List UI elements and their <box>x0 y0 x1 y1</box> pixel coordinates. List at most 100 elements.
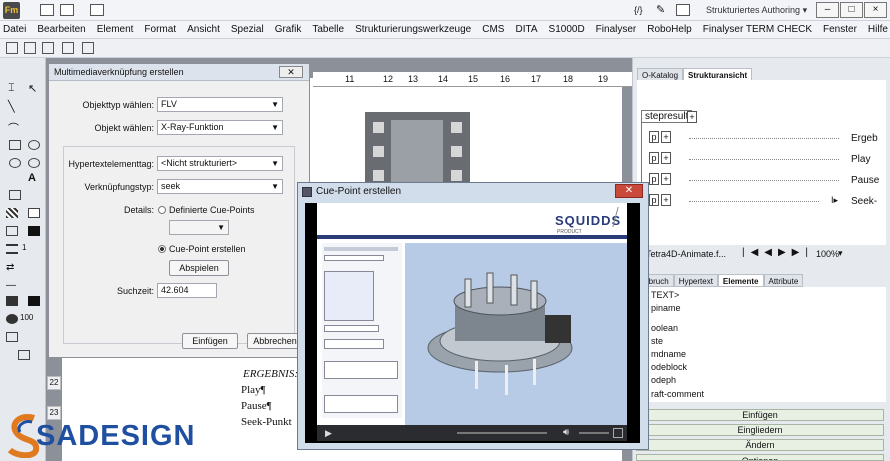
maximize-button[interactable]: □ <box>840 2 863 18</box>
seek-time-input[interactable]: 42.604 <box>157 283 217 298</box>
tint-icon[interactable] <box>28 296 40 306</box>
insert-element-button[interactable]: Einfügen <box>636 409 884 421</box>
radio-create-cuepoint[interactable] <box>158 245 166 253</box>
list-item[interactable]: oolean <box>651 323 678 333</box>
change-element-button[interactable]: Ändern <box>636 439 884 451</box>
menu-item-12[interactable]: Finalyser <box>596 24 637 35</box>
tab-hypertext[interactable]: Hypertext <box>673 274 718 287</box>
expand-icon[interactable]: + <box>661 131 671 143</box>
toolbar-icon-5[interactable] <box>82 42 94 54</box>
fill-none-icon[interactable] <box>6 226 18 236</box>
menu-item-0[interactable]: Datei <box>3 24 26 35</box>
struct-item-result[interactable]: Ergeb <box>851 133 878 144</box>
fill-white-icon[interactable] <box>28 208 40 218</box>
toolbar-icon-3[interactable] <box>42 42 54 54</box>
seek-bar[interactable] <box>457 432 547 434</box>
circle-tool-icon[interactable] <box>9 158 21 168</box>
p-node[interactable]: p <box>649 152 659 164</box>
close-button[interactable]: × <box>864 2 887 18</box>
menu-item-11[interactable]: S1000D <box>549 24 585 35</box>
p-node[interactable]: p <box>649 131 659 143</box>
insert-button[interactable]: Einfügen <box>182 333 238 349</box>
ellipse-tool-icon[interactable] <box>28 158 40 168</box>
menu-item-9[interactable]: CMS <box>482 24 504 35</box>
rectangle-tool-icon[interactable] <box>9 140 21 150</box>
struct-item-seek[interactable]: Seek- <box>851 196 877 207</box>
workspace-mode[interactable]: Strukturiertes Authoring ▾ <box>706 5 807 16</box>
doc-line-play[interactable]: Play¶ <box>241 384 266 396</box>
oval-tool-icon[interactable] <box>28 140 40 150</box>
list-item[interactable]: odeblock <box>651 362 687 372</box>
menu-item-8[interactable]: Strukturierungswerkzeuge <box>355 24 471 35</box>
menu-item-2[interactable]: Element <box>97 24 134 35</box>
options-button[interactable]: Optionen <box>636 454 884 461</box>
cuepoint-close-icon[interactable]: ✕ <box>615 184 643 198</box>
zoom-dropdown-icon[interactable]: ▾ <box>838 248 843 259</box>
play-icon[interactable]: ▶ <box>325 428 335 438</box>
list-item[interactable]: TEXT> <box>651 290 679 300</box>
wrap-element-button[interactable]: Eingliedern <box>636 424 884 436</box>
menu-item-14[interactable]: Finalyser TERM CHECK <box>703 24 812 35</box>
struct-item-play[interactable]: Play <box>851 154 870 165</box>
list-item[interactable]: mdname <box>651 349 686 359</box>
page-nav-controls[interactable]: |◀◀▶▶| <box>742 247 814 258</box>
doc-line-seek[interactable]: Seek-Punkt <box>241 416 292 428</box>
menu-item-6[interactable]: Grafik <box>275 24 302 35</box>
text-tool-icon[interactable]: A <box>28 172 40 184</box>
list-item[interactable]: ste <box>651 336 663 346</box>
cap-icon[interactable] <box>6 296 18 306</box>
overprint-icon[interactable] <box>6 314 18 324</box>
toolbar-icon-1[interactable] <box>6 42 18 54</box>
view-options-icon[interactable] <box>90 4 104 16</box>
menu-item-4[interactable]: Ansicht <box>187 24 220 35</box>
dialog-close-icon[interactable]: ✕ <box>279 66 303 78</box>
frame-tool-icon[interactable] <box>9 190 21 200</box>
menu-item-1[interactable]: Bearbeiten <box>37 24 85 35</box>
list-item[interactable]: piname <box>651 303 681 313</box>
list-item[interactable]: raft-comment <box>651 389 704 399</box>
curve-tool-icon[interactable]: ⌒ <box>8 120 20 135</box>
dash-icon[interactable]: — <box>6 280 18 291</box>
group-icon[interactable] <box>6 332 18 342</box>
select-tool-icon[interactable]: ⌶ <box>8 82 20 94</box>
expand-icon[interactable]: + <box>687 111 697 123</box>
stepresult-node[interactable]: stepresult <box>641 110 693 123</box>
arrow-tool-icon[interactable]: ↖ <box>28 82 40 95</box>
fill-black-icon[interactable] <box>28 226 40 236</box>
menu-item-15[interactable]: Fenster <box>823 24 857 35</box>
menu-item-5[interactable]: Spezial <box>231 24 264 35</box>
p-node[interactable]: p <box>649 194 659 206</box>
volume-slider[interactable] <box>579 432 609 434</box>
cancel-button[interactable]: Abbrechen <box>247 333 303 349</box>
struct-item-pause[interactable]: Pause <box>851 175 879 186</box>
align-icon[interactable] <box>18 350 30 360</box>
menu-item-16[interactable]: Hilfe <box>868 24 888 35</box>
expand-icon[interactable]: + <box>661 194 671 206</box>
menu-item-10[interactable]: DITA <box>515 24 537 35</box>
window-layout-icon[interactable] <box>40 4 54 16</box>
line-end-icon[interactable]: ⇄ <box>6 262 18 273</box>
link-type-select[interactable]: seek ▼ <box>157 179 283 194</box>
expand-icon[interactable]: + <box>661 152 671 164</box>
menu-item-3[interactable]: Format <box>144 24 176 35</box>
pencil-icon[interactable]: ✎ <box>656 3 665 16</box>
expand-icon[interactable]: + <box>661 173 671 185</box>
tab-elements[interactable]: Elemente <box>717 274 764 287</box>
tab-attributes[interactable]: Attribute <box>763 274 804 287</box>
objtype-select[interactable]: FLV ▼ <box>157 97 283 112</box>
toolbar-icon-2[interactable] <box>24 42 36 54</box>
toolbar-icon-4[interactable] <box>62 42 74 54</box>
hypertext-tag-select[interactable]: <Nicht strukturiert> ▼ <box>157 156 283 171</box>
object-select[interactable]: X-Ray-Funktion ▼ <box>157 120 283 135</box>
minimize-button[interactable]: – <box>816 2 839 18</box>
menu-item-7[interactable]: Tabelle <box>312 24 344 35</box>
cuepoint-select[interactable]: ▼ <box>169 220 229 235</box>
zoom-value[interactable]: 100% <box>816 249 839 259</box>
code-icon[interactable]: {/} <box>634 5 643 15</box>
volume-icon[interactable]: 🔊︎ <box>563 427 569 438</box>
play-button[interactable]: Abspielen <box>169 260 229 276</box>
doc-line-pause[interactable]: Pause¶ <box>241 400 272 412</box>
pattern-icon[interactable] <box>6 208 18 218</box>
list-item[interactable]: odeph <box>651 375 676 385</box>
line-width-icon[interactable] <box>6 244 18 254</box>
